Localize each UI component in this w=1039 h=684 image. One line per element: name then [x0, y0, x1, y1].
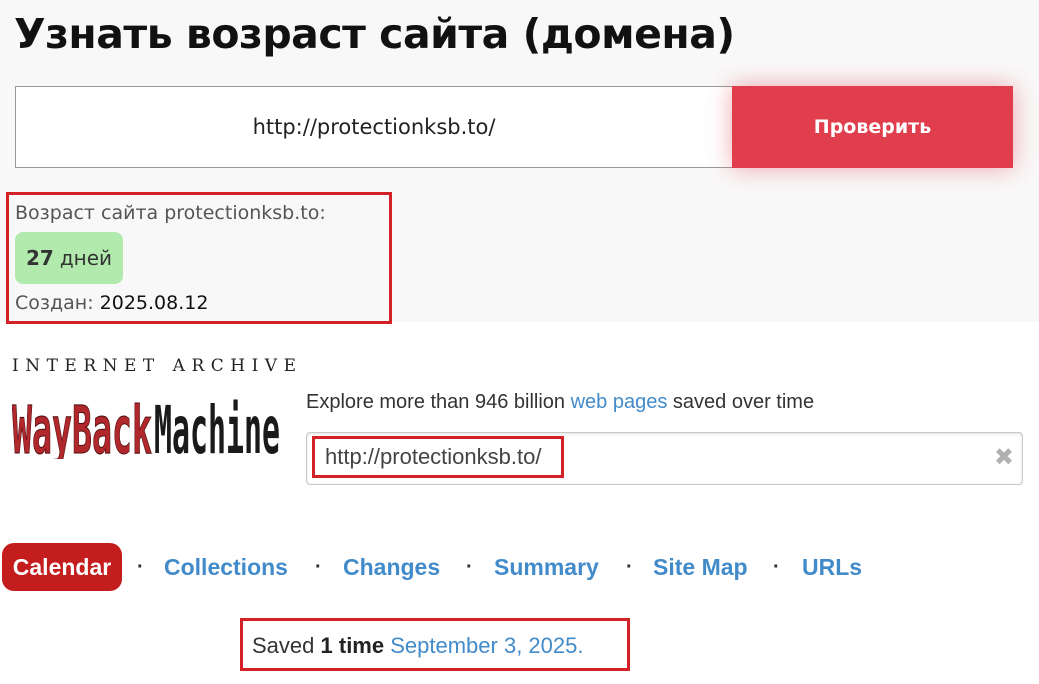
age-number: 27 [25, 246, 54, 270]
tab-changes[interactable]: Changes [343, 554, 440, 581]
created-date: 2025.08.12 [99, 292, 209, 314]
logo-wayback-word: WayBack [12, 392, 152, 459]
created-label: Создан: [15, 292, 94, 314]
tab-site-map[interactable]: Site Map [653, 554, 748, 581]
age-unit: дней [59, 246, 113, 270]
tab-summary[interactable]: Summary [494, 554, 599, 581]
domain-input[interactable] [15, 86, 732, 168]
tab-collections[interactable]: Collections [164, 554, 288, 581]
search-highlight-box [312, 436, 564, 478]
page-title: Узнать возраст сайта (домена) [14, 10, 735, 58]
nav-separator: · [315, 556, 322, 578]
internet-archive-text: INTERNET ARCHIVE [12, 356, 303, 376]
age-badge: 27 дней [15, 232, 123, 284]
wayback-machine-logo[interactable]: WayBack Machine [12, 383, 282, 460]
saved-highlight-box [240, 618, 630, 671]
site-age-label: Возраст сайта protectionksb.to: [15, 202, 326, 224]
tab-calendar[interactable]: Calendar [2, 543, 122, 591]
explore-suffix: saved over time [672, 391, 815, 413]
logo-machine-word: Machine [154, 392, 280, 459]
nav-separator: · [626, 556, 633, 578]
nav-separator: · [137, 556, 144, 578]
nav-separator: · [773, 556, 780, 578]
explore-text: Explore more than 946 billion web pages … [306, 391, 814, 414]
tab-urls[interactable]: URLs [802, 554, 862, 581]
clear-icon[interactable]: ✖ [994, 443, 1014, 471]
nav-separator: · [466, 556, 473, 578]
check-button[interactable]: Проверить [732, 86, 1013, 168]
web-pages-link[interactable]: web pages [571, 391, 668, 413]
explore-prefix: Explore more than 946 billion [306, 391, 566, 413]
created-date-line: Создан: 2025.08.12 [15, 292, 208, 314]
